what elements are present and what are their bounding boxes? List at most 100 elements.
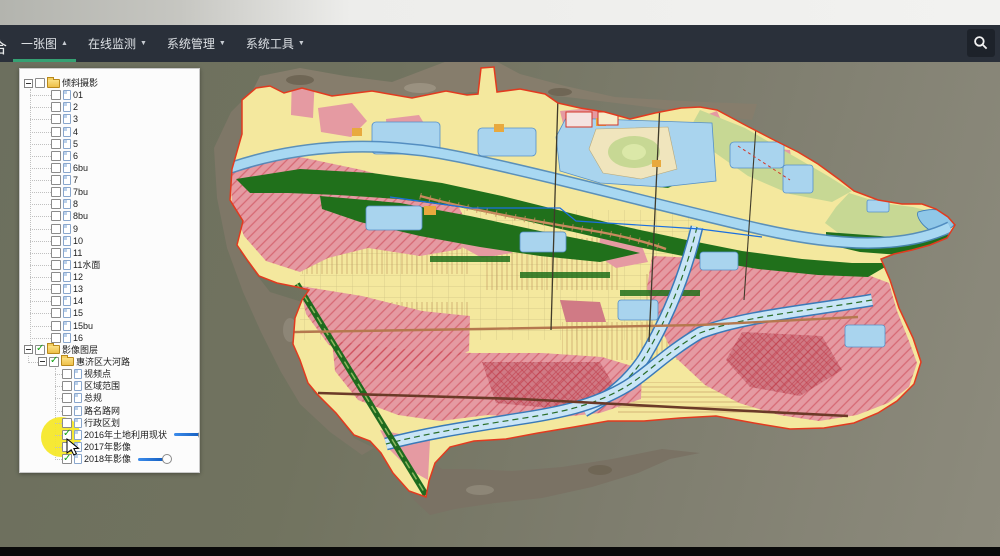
layer-checkbox[interactable] <box>51 321 61 331</box>
document-icon <box>63 308 71 318</box>
layer-label[interactable]: 10 <box>73 236 83 246</box>
layer-checkbox[interactable] <box>51 333 61 343</box>
layer-checkbox[interactable] <box>51 284 61 294</box>
layer-label[interactable]: 6bu <box>73 163 88 173</box>
layer-label[interactable]: 总规 <box>84 393 102 403</box>
layer-label[interactable]: 14 <box>73 296 83 306</box>
layer-label[interactable]: 11水面 <box>73 260 100 270</box>
folder-icon <box>61 357 74 366</box>
opacity-slider[interactable] <box>138 458 168 461</box>
document-icon <box>74 406 82 416</box>
tree-connector <box>55 435 62 436</box>
nav-item-2[interactable]: 系统管理▼ <box>159 25 234 62</box>
layer-checkbox[interactable] <box>62 369 72 379</box>
layer-checkbox[interactable] <box>62 430 72 440</box>
document-icon <box>63 187 71 197</box>
search-button[interactable] <box>967 29 995 57</box>
layer-label[interactable]: 路名路网 <box>84 406 120 416</box>
layer-checkbox[interactable] <box>51 127 61 137</box>
layer-checkbox[interactable] <box>51 151 61 161</box>
layer-checkbox[interactable] <box>51 308 61 318</box>
layer-label[interactable]: 11 <box>73 248 82 258</box>
layer-checkbox[interactable] <box>62 418 72 428</box>
layer-label[interactable]: 2018年影像 <box>84 454 131 464</box>
tree-connector <box>30 132 51 133</box>
layer-label[interactable]: 7 <box>73 175 78 185</box>
layer-label[interactable]: 15bu <box>73 321 93 331</box>
layer-label[interactable]: 7bu <box>73 187 88 197</box>
layer-checkbox[interactable] <box>35 345 45 355</box>
tree-node-2: 2 <box>51 101 78 113</box>
tree-node-5: 5 <box>51 138 78 150</box>
layer-label[interactable]: 2017年影像 <box>84 442 131 452</box>
tree-connector <box>30 216 51 217</box>
layer-label[interactable]: 8 <box>73 199 78 209</box>
layer-label[interactable]: 视频点 <box>84 369 111 379</box>
layer-checkbox[interactable] <box>51 114 61 124</box>
document-icon <box>63 127 71 137</box>
tree-connector <box>55 447 62 448</box>
document-icon <box>74 369 82 379</box>
tree-connector <box>30 313 51 314</box>
layer-checkbox[interactable] <box>51 296 61 306</box>
layer-checkbox[interactable] <box>51 236 61 246</box>
tree-node-31: 2018年影像 <box>62 453 168 465</box>
layer-label[interactable]: 6 <box>73 151 78 161</box>
layer-label[interactable]: 区域范围 <box>84 381 120 391</box>
document-icon <box>63 139 71 149</box>
layer-checkbox[interactable] <box>51 163 61 173</box>
nav-item-3[interactable]: 系统工具▼ <box>238 25 313 62</box>
tree-node-8: 7 <box>51 174 78 186</box>
document-icon <box>63 199 71 209</box>
layer-checkbox[interactable] <box>35 78 45 88</box>
tree-connector <box>30 301 51 302</box>
layer-label[interactable]: 12 <box>73 272 83 282</box>
layer-label[interactable]: 倾斜摄影 <box>62 78 98 88</box>
tree-connector <box>30 265 51 266</box>
layer-label[interactable]: 15 <box>73 308 83 318</box>
layer-label[interactable]: 13 <box>73 284 83 294</box>
opacity-slider[interactable] <box>174 433 200 436</box>
layer-label[interactable]: 2016年土地利用现状 <box>84 430 167 440</box>
tree-node-29: 2016年土地利用现状 <box>62 429 200 441</box>
layer-label[interactable]: 行政区划 <box>84 418 120 428</box>
layer-label[interactable]: 惠济区大河路 <box>76 357 130 367</box>
layer-checkbox[interactable] <box>51 272 61 282</box>
layer-checkbox[interactable] <box>51 260 61 270</box>
layer-label[interactable]: 影像图层 <box>62 345 98 355</box>
layer-checkbox[interactable] <box>62 442 72 452</box>
layer-checkbox[interactable] <box>51 199 61 209</box>
layer-label[interactable]: 4 <box>73 127 78 137</box>
layer-label[interactable]: 9 <box>73 224 78 234</box>
layer-checkbox[interactable] <box>62 393 72 403</box>
tree-connector <box>30 338 51 339</box>
layer-checkbox[interactable] <box>51 211 61 221</box>
tree-connector <box>30 107 51 108</box>
layer-checkbox[interactable] <box>51 90 61 100</box>
layer-checkbox[interactable] <box>62 381 72 391</box>
layer-label[interactable]: 16 <box>73 333 83 343</box>
document-icon <box>63 236 71 246</box>
layer-checkbox[interactable] <box>51 248 61 258</box>
collapse-icon[interactable] <box>24 345 33 354</box>
layer-checkbox[interactable] <box>51 139 61 149</box>
collapse-icon[interactable] <box>24 79 33 88</box>
layer-checkbox[interactable] <box>51 102 61 112</box>
document-icon <box>74 381 82 391</box>
nav-item-0[interactable]: 一张图▲ <box>13 25 76 62</box>
layer-label[interactable]: 3 <box>73 114 78 124</box>
layer-checkbox[interactable] <box>62 406 72 416</box>
collapse-icon[interactable] <box>38 357 47 366</box>
layer-checkbox[interactable] <box>51 224 61 234</box>
layer-checkbox[interactable] <box>62 454 72 464</box>
layer-label[interactable]: 5 <box>73 139 78 149</box>
layer-label[interactable]: 01 <box>73 90 83 100</box>
layer-checkbox[interactable] <box>51 175 61 185</box>
tree-connector <box>30 180 51 181</box>
layer-checkbox[interactable] <box>49 357 59 367</box>
layer-label[interactable]: 2 <box>73 102 78 112</box>
nav-item-1[interactable]: 在线监测▼ <box>80 25 155 62</box>
tree-node-14: 11 <box>51 247 82 259</box>
layer-label[interactable]: 8bu <box>73 211 88 221</box>
layer-checkbox[interactable] <box>51 187 61 197</box>
